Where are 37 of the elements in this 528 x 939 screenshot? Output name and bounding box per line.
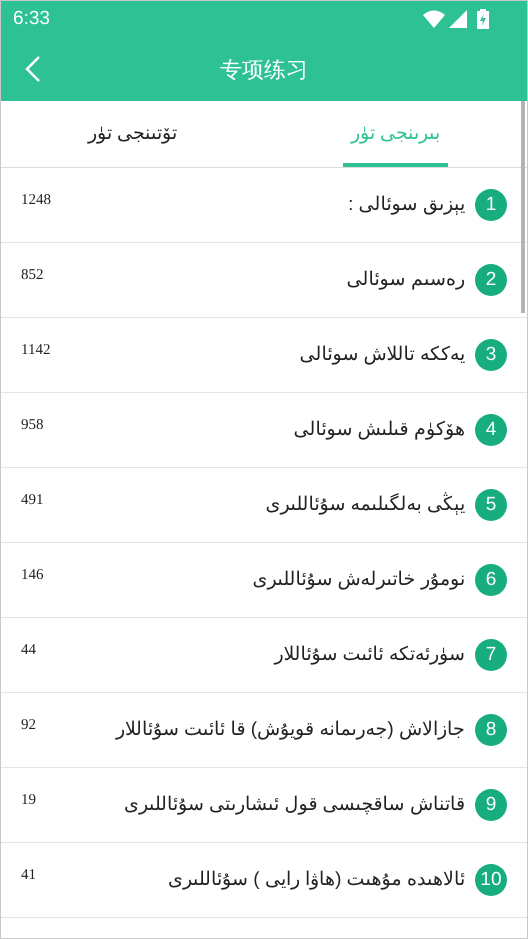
question-count: 852 (21, 266, 44, 285)
category-title: يېزىق سوئالى : (348, 192, 465, 217)
number-badge: 6 (475, 564, 507, 596)
number-badge: 1 (475, 189, 507, 221)
number-badge: 2 (475, 264, 507, 296)
category-title: سۈرئەتكە ئائىت سۇئاللار (274, 642, 465, 667)
question-count: 1248 (21, 190, 51, 210)
category-title: ئالاھىدە مۇھىت (ھاۋا رايى ) سۇئاللىرى (168, 868, 465, 892)
number-badge: 7 (475, 639, 507, 671)
question-count: 92 (21, 716, 36, 735)
question-count: 19 (21, 790, 36, 810)
number-badge: 10 (475, 864, 507, 896)
signal-icon (449, 10, 467, 28)
back-icon (25, 56, 41, 82)
wifi-icon (423, 10, 445, 28)
question-count: 958 (21, 416, 44, 435)
category-title: رەسىم سوئالى (346, 268, 465, 292)
tab[interactable]: تۆتىنجى تۈر (80, 101, 186, 167)
battery-icon (477, 9, 489, 29)
category-title: نومۇر خاتىرلەش سۇئاللىرى (252, 568, 465, 592)
category-title: قاتناش ساقچىسى قول ئىشارىتى سۇئاللىرى (124, 792, 465, 817)
question-count: 491 (21, 490, 44, 510)
question-count: 44 (21, 640, 36, 660)
number-badge: 4 (475, 414, 507, 446)
number-badge: 5 (475, 489, 507, 521)
question-count: 1142 (21, 340, 50, 360)
category-title: يەككە تاللاش سوئالى (299, 342, 465, 367)
number-badge: 8 (475, 714, 507, 746)
number-badge: 9 (475, 789, 507, 821)
question-count: 146 (21, 566, 44, 585)
question-count: 41 (21, 866, 36, 885)
number-badge: 3 (475, 339, 507, 371)
status-time: 6:33 (13, 6, 50, 31)
category-title: يېڭى بەلگىلىمە سۇئاللىرى (265, 491, 465, 517)
category-title: ھۆكۈم قىلىش سوئالى (293, 418, 465, 442)
category-title: جازالاش (جەرىمانە قويۇش) قا ئائىت سۇئاللار (116, 718, 465, 742)
page-title: 专项练习 (220, 56, 308, 84)
